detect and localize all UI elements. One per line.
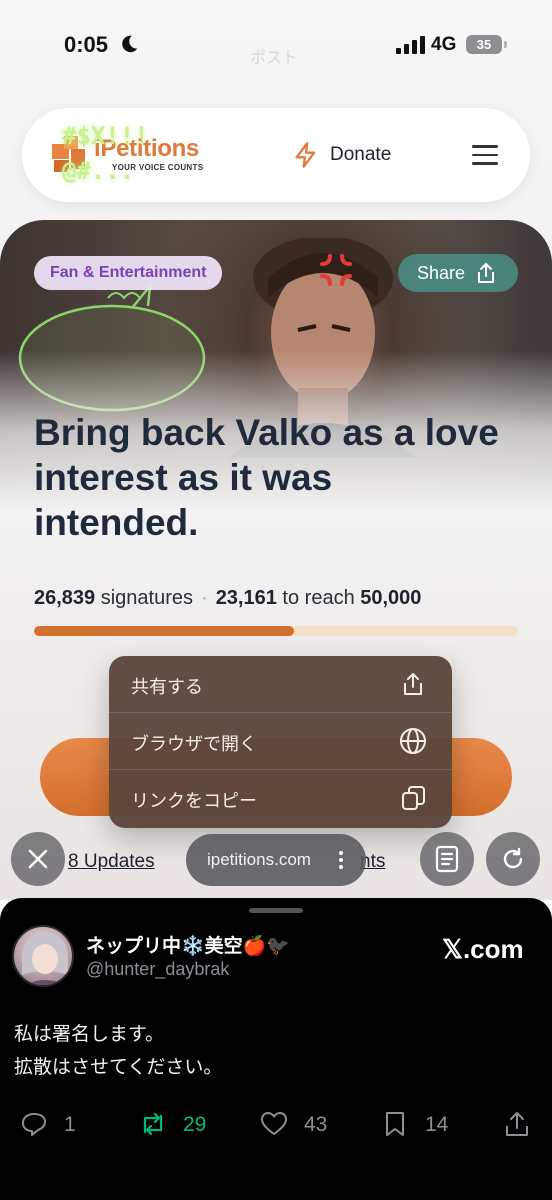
to-reach-label: to reach	[282, 587, 355, 609]
signature-stats: 26,839 signatures · 23,161 to reach 50,000	[34, 587, 422, 609]
status-time: 0:05	[64, 32, 109, 57]
retweet-count: 29	[183, 1113, 207, 1136]
user-handle[interactable]: @hunter_daybrak	[86, 959, 229, 980]
like-count: 43	[304, 1113, 328, 1136]
share-icon	[404, 673, 422, 695]
copy-icon	[402, 786, 425, 810]
progress-fill	[34, 626, 294, 636]
share-button-label: Share	[417, 263, 466, 283]
bookmark-icon	[386, 1112, 404, 1136]
share-icon	[506, 1112, 528, 1136]
address-bar[interactable]: ipetitions.com	[186, 834, 366, 886]
heart-icon	[261, 1112, 287, 1135]
menu-item-copy-link[interactable]: リンクをコピー	[109, 770, 452, 827]
context-menu: 共有する ブラウザで開く リンクをコピー	[109, 656, 452, 828]
network-type: 4G	[431, 34, 457, 55]
menu-item-label: 共有する	[131, 677, 203, 698]
bookmark-count: 14	[425, 1113, 449, 1136]
menu-item-share[interactable]: 共有する	[109, 656, 452, 713]
sheet-grabber[interactable]	[249, 908, 303, 913]
updates-link[interactable]: 8 Updates	[68, 851, 155, 873]
x-logo[interactable]: 𝕏.com	[442, 934, 524, 965]
menu-item-label: リンクをコピー	[131, 791, 257, 812]
more-options-icon[interactable]	[338, 850, 344, 870]
tweet-text-line1: 私は署名します。	[14, 1023, 165, 1045]
hamburger-menu-icon[interactable]	[472, 145, 498, 165]
menu-item-label: ブラウザで開く	[131, 734, 257, 755]
retweet-icon	[143, 1112, 163, 1136]
avatar-illustration	[22, 933, 68, 985]
share-icon	[478, 263, 494, 283]
tweet-text-line2: 拡散はさせてください。	[14, 1056, 223, 1078]
category-badge[interactable]: Fan & Entertainment	[34, 256, 223, 290]
close-button[interactable]	[11, 832, 65, 886]
close-icon	[28, 849, 48, 869]
bubble-text-line2: @#...	[62, 157, 135, 185]
tweet-text: 私は署名します。 拡散はさせてください。	[14, 1018, 222, 1084]
lightning-icon[interactable]	[292, 141, 320, 169]
moon-icon	[122, 35, 138, 53]
signature-progress-bar	[34, 626, 518, 636]
signatures-label: signatures	[100, 587, 194, 609]
signature-count: 26,839	[34, 587, 96, 609]
reply-count: 1	[64, 1113, 76, 1136]
display-name[interactable]: ネップリ中❄️美空🍎🐦‍⬛	[86, 931, 290, 958]
donate-link[interactable]: Donate	[330, 144, 391, 166]
reader-mode-button[interactable]	[420, 832, 474, 886]
petition-title: Bring back Valko as a love interest as i…	[34, 412, 499, 543]
avatar[interactable]	[12, 925, 74, 987]
reload-icon	[503, 847, 523, 869]
globe-icon	[400, 728, 426, 754]
hidden-post-label: ポスト	[250, 48, 299, 67]
reader-icon	[435, 845, 459, 873]
url-text: ipetitions.com	[207, 850, 311, 869]
remaining-count: 23,161	[215, 587, 277, 609]
tweet-card: ネップリ中❄️美空🍎🐦‍⬛ @hunter_daybrak 𝕏.com 私は署名…	[0, 898, 552, 1200]
signal-icon	[396, 36, 425, 54]
share-button[interactable]: Share	[398, 254, 518, 292]
reload-button[interactable]	[486, 832, 540, 886]
battery-icon: 35	[466, 35, 507, 54]
anger-vein-icon	[320, 254, 352, 286]
menu-item-open-in-browser[interactable]: ブラウザで開く	[109, 713, 452, 770]
goal-count: 50,000	[360, 587, 422, 609]
status-bar: 0:05 ポスト 4G 35	[0, 0, 552, 86]
reply-icon	[22, 1113, 46, 1136]
bubble-text-line1: #$X!!!	[62, 122, 149, 150]
